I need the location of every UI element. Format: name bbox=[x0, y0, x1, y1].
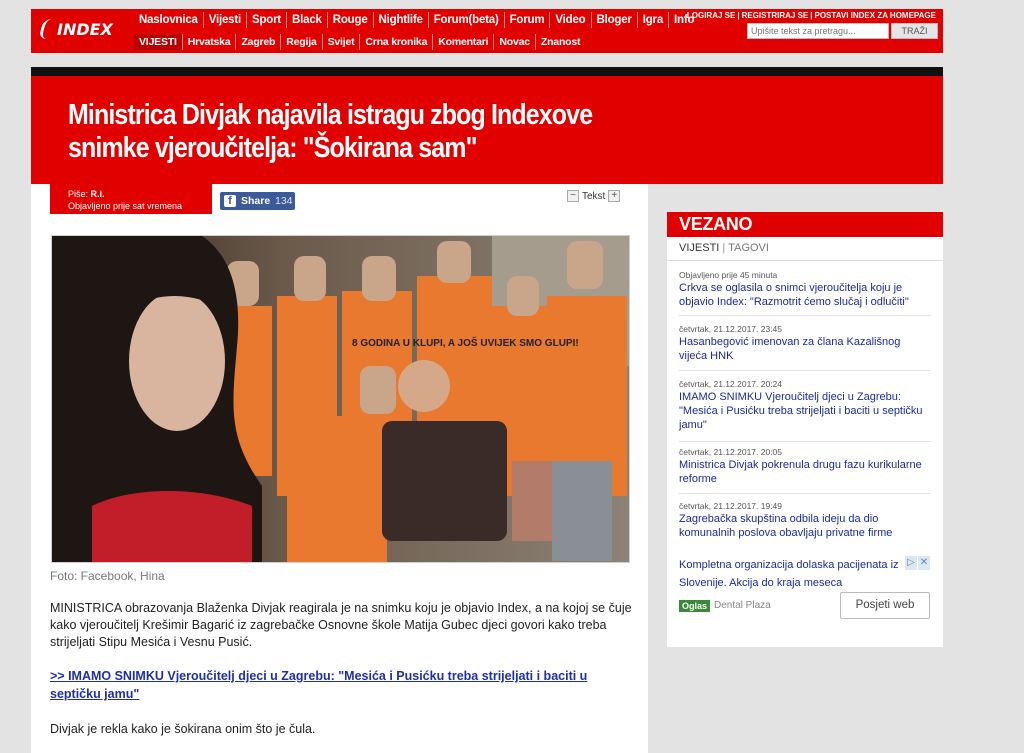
nav-bloger[interactable]: Bloger bbox=[590, 12, 637, 28]
news-title[interactable]: Crkva se oglasila o snimci vjeroučitelja… bbox=[679, 281, 931, 309]
subnav-komentari[interactable]: Komentari bbox=[432, 34, 493, 50]
subnav-crna-kronika[interactable]: Crna kronika bbox=[359, 34, 432, 50]
news-title[interactable]: Hasanbegović imenovan za člana Kazališno… bbox=[679, 335, 931, 363]
photo-caption: Foto: Facebook, Hina bbox=[50, 569, 165, 583]
nav-rouge[interactable]: Rouge bbox=[326, 12, 373, 28]
ad-label-badge: Oglas bbox=[679, 600, 711, 612]
article-body: Piše: R.I. Objavljeno prije sat vremena … bbox=[31, 184, 648, 753]
article-paragraph: Divjak je rekla kako je šokirana onim št… bbox=[50, 722, 316, 736]
ad-brand: Dental Plaza bbox=[714, 600, 771, 611]
article-paragraph: MINISTRICA obrazovanja Blaženka Divjak r… bbox=[50, 601, 632, 649]
logo-swoosh-icon bbox=[38, 19, 54, 39]
share-count: 134 bbox=[275, 195, 293, 207]
author-label: Piše: bbox=[68, 189, 89, 199]
register-link[interactable]: REGISTRIRAJ SE bbox=[740, 11, 811, 20]
user-links: LOGIRAJ SE | REGISTRIRAJ SE | POSTAVI INDEX … bbox=[685, 11, 939, 20]
byline-box: Piše: R.I. Objavljeno prije sat vremena bbox=[50, 184, 212, 214]
headline-banner: Ministrica Divjak najavila istragu zbog … bbox=[31, 76, 943, 184]
nav-naslovnica[interactable]: Naslovnica bbox=[134, 12, 203, 28]
text-size-control: − Tekst + bbox=[567, 190, 621, 202]
logo-text: INDEX bbox=[57, 20, 113, 39]
subnav-vijesti[interactable]: VIJESTI bbox=[134, 34, 182, 50]
news-date: četvrtak, 21.12.2017. 19:49 bbox=[679, 501, 783, 511]
header-divider bbox=[31, 67, 943, 76]
nav-video[interactable]: Video bbox=[549, 12, 590, 28]
set-homepage-link[interactable]: POSTAVI INDEX ZA HOMEPAGE bbox=[813, 11, 939, 20]
news-title[interactable]: Ministrica Divjak pokrenula drugu fazu k… bbox=[679, 458, 931, 486]
primary-nav: Naslovnica Vijesti Sport Black Rouge Nig… bbox=[134, 12, 699, 28]
nav-sport[interactable]: Sport bbox=[246, 12, 286, 28]
text-increase-button[interactable]: + bbox=[608, 190, 621, 202]
nav-nightlife[interactable]: Nightlife bbox=[372, 12, 428, 28]
facebook-share-button[interactable]: f Share 134 bbox=[220, 192, 295, 210]
sponsored-ad[interactable]: Kompletna organizacija dolaska pacijenat… bbox=[679, 556, 931, 592]
list-item[interactable]: Objavljeno prije 45 minuta Crkva se ogla… bbox=[679, 270, 931, 316]
login-link[interactable]: LOGIRAJ SE bbox=[685, 11, 737, 20]
news-date: Objavljeno prije 45 minuta bbox=[679, 270, 778, 280]
news-title[interactable]: Zagrebačka skupština odbila ideju da dio… bbox=[679, 512, 931, 540]
news-title[interactable]: IMAMO SNIMKU Vjeroučitelj djeci u Zagreb… bbox=[679, 390, 931, 432]
ad-visit-button[interactable]: Posjeti web bbox=[840, 592, 930, 619]
list-item[interactable]: četvrtak, 21.12.2017. 20:24 IMAMO SNIMKU… bbox=[679, 379, 931, 442]
nav-black[interactable]: Black bbox=[286, 12, 327, 28]
related-sidebar: VEZANO VIJESTI | TAGOVI Objavljeno prije 4… bbox=[667, 212, 943, 647]
text-size-label: Tekst bbox=[582, 190, 606, 202]
subnav-hrvatska[interactable]: Hrvatska bbox=[181, 34, 236, 50]
subnav-regija[interactable]: Regija bbox=[280, 34, 321, 50]
photo-illustration: 8 GODINA U KLUPI, A JOŠ UVIJEK SMO GLUPI… bbox=[52, 236, 629, 562]
share-label: Share bbox=[241, 195, 271, 207]
ad-choices[interactable]: ▷ ✕ bbox=[905, 556, 931, 570]
ad-text[interactable]: Kompletna organizacija dolaska pacijenat… bbox=[679, 556, 909, 592]
subnav-svijet[interactable]: Svijet bbox=[321, 34, 360, 50]
nav-vijesti[interactable]: Vijesti bbox=[202, 12, 246, 28]
subnav-znanost[interactable]: Znanost bbox=[534, 34, 585, 50]
nav-forum-beta[interactable]: Forum(beta) bbox=[427, 12, 504, 28]
sidebar-tabs: VIJESTI | TAGOVI bbox=[679, 242, 769, 254]
index-logo[interactable]: INDEX bbox=[37, 15, 129, 45]
search-button[interactable]: TRAŽI bbox=[891, 23, 938, 39]
search-input[interactable] bbox=[747, 23, 889, 39]
article-photo[interactable]: 8 GODINA U KLUPI, A JOŠ UVIJEK SMO GLUPI… bbox=[51, 235, 630, 563]
tab-tagovi[interactable]: TAGOVI bbox=[728, 242, 769, 254]
nav-forum[interactable]: Forum bbox=[503, 12, 550, 28]
news-date: četvrtak, 21.12.2017. 23:45 bbox=[679, 324, 783, 334]
list-item[interactable]: četvrtak, 21.12.2017. 23:45 Hasanbegović… bbox=[679, 324, 931, 371]
news-date: četvrtak, 21.12.2017. 20:05 bbox=[679, 447, 783, 457]
secondary-nav: VIJESTI Hrvatska Zagreb Regija Svijet Cr… bbox=[134, 34, 585, 50]
article-headline: Ministrica Divjak najavila istragu zbog … bbox=[68, 99, 593, 164]
sidebar-title: VEZANO bbox=[667, 212, 943, 237]
tab-vijesti[interactable]: VIJESTI bbox=[679, 242, 719, 254]
author-name[interactable]: R.I. bbox=[91, 189, 105, 199]
subnav-novac[interactable]: Novac bbox=[493, 34, 535, 50]
sidebar-divider bbox=[667, 260, 943, 261]
published-time: Objavljeno prije sat vremena bbox=[68, 201, 183, 211]
ad-info-icon[interactable]: ▷ bbox=[905, 556, 917, 570]
ad-close-icon[interactable]: ✕ bbox=[918, 556, 930, 570]
list-item[interactable]: četvrtak, 21.12.2017. 20:05 Ministrica D… bbox=[679, 447, 931, 494]
top-navigation-bar: INDEX Naslovnica Vijesti Sport Black Rou… bbox=[31, 9, 943, 53]
nav-igra[interactable]: Igra bbox=[636, 12, 668, 28]
facebook-icon: f bbox=[224, 195, 236, 207]
text-decrease-button[interactable]: − bbox=[567, 190, 579, 202]
subnav-zagreb[interactable]: Zagreb bbox=[235, 34, 280, 50]
news-date: četvrtak, 21.12.2017. 20:24 bbox=[679, 379, 783, 389]
shirt-slogan: 8 GODINA U KLUPI, A JOŠ UVIJEK SMO GLUPI… bbox=[352, 336, 579, 349]
related-article-link[interactable]: >> IMAMO SNIMKU Vjeroučitelj djeci u Zag… bbox=[50, 667, 640, 703]
list-item[interactable]: četvrtak, 21.12.2017. 19:49 Zagrebačka s… bbox=[679, 501, 931, 547]
